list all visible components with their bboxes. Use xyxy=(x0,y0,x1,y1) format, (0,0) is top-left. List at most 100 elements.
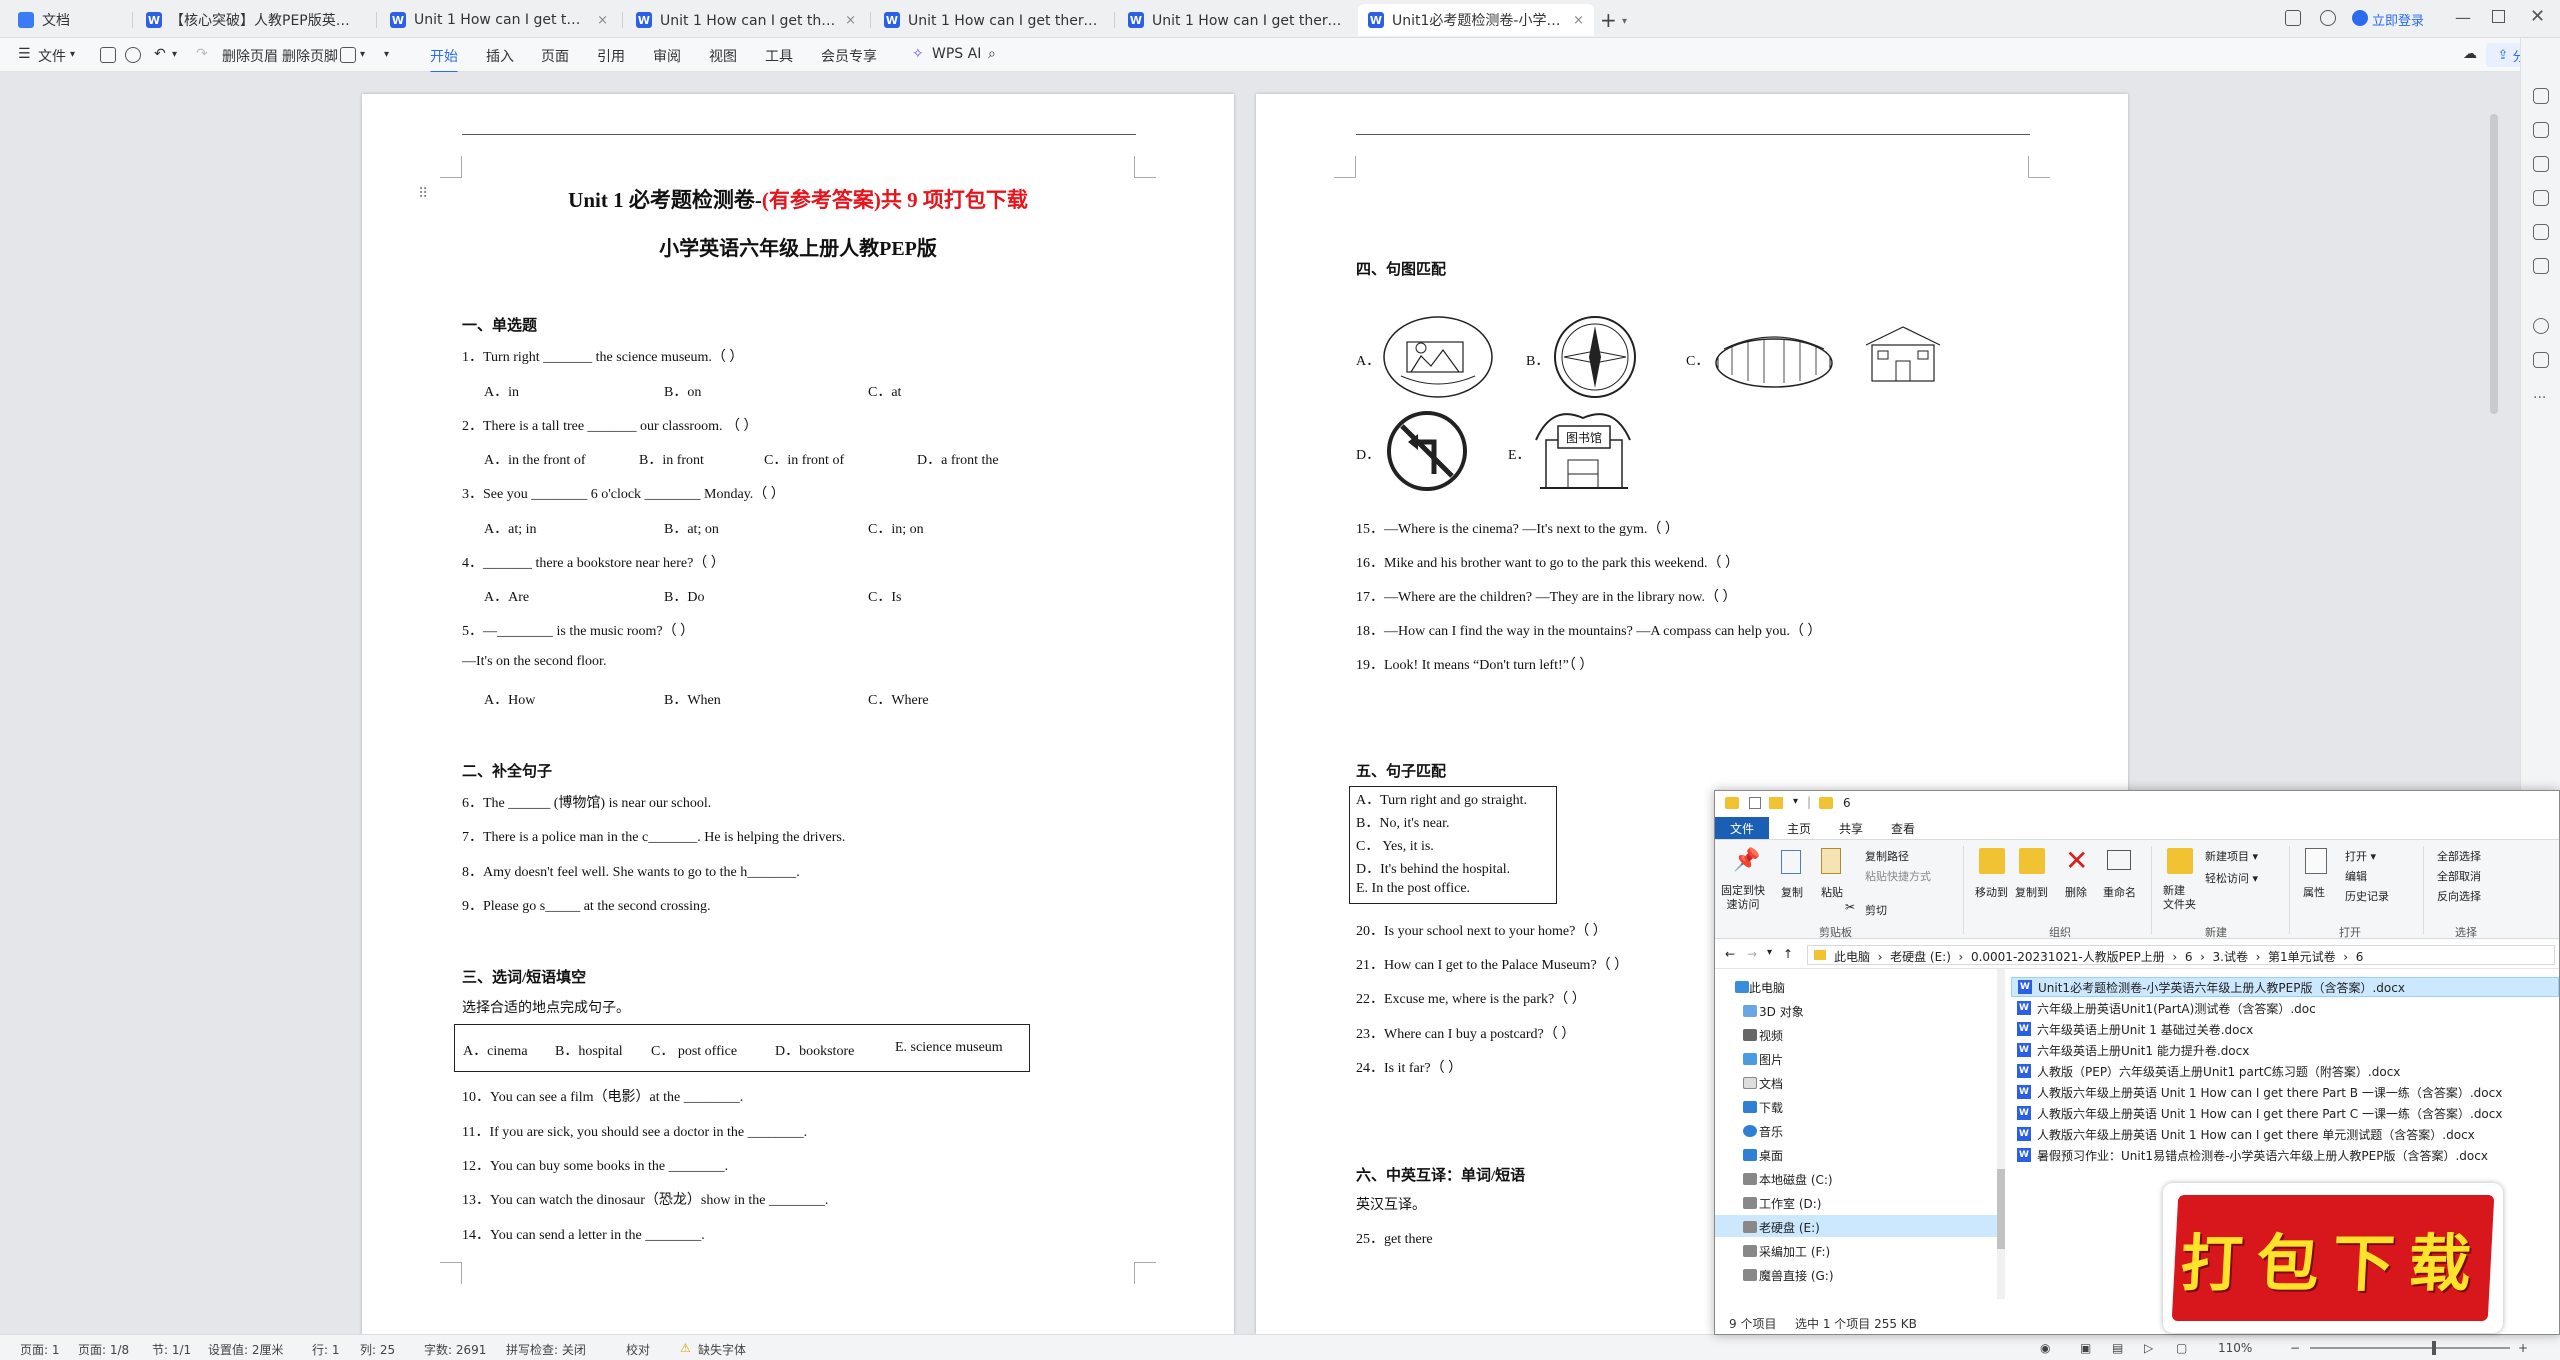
settings-icon[interactable] xyxy=(2533,190,2549,206)
chevron-down-icon[interactable]: ▾ xyxy=(360,49,365,60)
cloud-icon[interactable]: ☁ xyxy=(2463,46,2477,62)
close-tab-icon[interactable]: × xyxy=(597,13,608,28)
menu-tools[interactable]: 工具 xyxy=(765,46,793,66)
status-page[interactable]: 页面: 1 xyxy=(20,1341,60,1358)
zoom-in-icon[interactable]: + xyxy=(2518,1341,2528,1355)
tab-document[interactable]: W Unit 1 How can I get there？单 × xyxy=(626,4,866,36)
delete-icon[interactable]: ✕ xyxy=(2065,844,2088,877)
status-proofread[interactable]: 校对 xyxy=(626,1341,650,1358)
address-bar[interactable]: ← → ▾ ↑ 此电脑 › 老硬盘 (E:) › 0.0001-20231021… xyxy=(1715,941,2559,969)
tab-document[interactable]: W Unit 1 How can I get there Part × xyxy=(380,4,618,36)
nav-item[interactable]: 音乐 xyxy=(1759,1123,1783,1140)
translate-icon[interactable] xyxy=(2533,224,2549,240)
menu-insert[interactable]: 插入 xyxy=(486,46,514,66)
crumb[interactable]: 第1单元试卷 xyxy=(2268,950,2336,964)
play-icon[interactable]: ▷ xyxy=(2144,1341,2153,1355)
rename-button[interactable]: 重命名 xyxy=(2103,884,2136,900)
new-tab-button[interactable]: + xyxy=(1600,8,1617,32)
nav-item[interactable]: 文档 xyxy=(1759,1075,1783,1092)
close-window-button[interactable]: ✕ xyxy=(2530,6,2545,27)
ribbon-tab-home[interactable]: 主页 xyxy=(1787,820,1811,837)
status-zoom[interactable]: 110% xyxy=(2218,1341,2252,1355)
pin-quick-access-button[interactable]: 固定到快 速访问 xyxy=(1721,884,1765,912)
file-item[interactable]: W 人教版六年级上册英语 Unit 1 How can I get there 单… xyxy=(2011,1124,2559,1144)
menu-reference[interactable]: 引用 xyxy=(597,46,625,66)
new-folder-icon[interactable] xyxy=(2167,848,2193,874)
login-link[interactable]: 立即登录 xyxy=(2372,10,2424,29)
crumb[interactable]: 0.0001-20231021-人教版PEP上册 xyxy=(1971,950,2165,964)
file-item[interactable]: W 六年级英语上册Unit 1 基础过关卷.docx xyxy=(2011,1019,2559,1039)
save-icon[interactable] xyxy=(100,47,116,63)
nav-item[interactable]: 魔兽直接 (G:) xyxy=(1759,1267,1834,1284)
template-icon[interactable] xyxy=(2533,88,2549,104)
hamburger-icon[interactable]: ☰ xyxy=(18,46,31,62)
tab-document-active[interactable]: W Unit1必考题检测卷-小学英语 × xyxy=(1358,4,1594,36)
close-tab-icon[interactable]: × xyxy=(845,13,856,28)
status-column[interactable]: 列: 25 xyxy=(360,1341,395,1358)
crumb[interactable]: 3.试卷 xyxy=(2213,950,2248,964)
nav-item[interactable]: 下载 xyxy=(1759,1099,1783,1116)
paste-icon[interactable] xyxy=(1821,848,1841,874)
file-item[interactable]: W 六年级英语上册Unit1 能力提升卷.docx xyxy=(2011,1040,2559,1060)
history-button[interactable]: 历史记录 xyxy=(2345,888,2389,904)
eye-icon[interactable]: ◉ xyxy=(2040,1341,2050,1355)
copy-button[interactable]: 复制 xyxy=(1781,884,1803,900)
chevron-down-icon[interactable]: ▾ xyxy=(1793,796,1798,807)
cut-button[interactable]: 剪切 xyxy=(1865,902,1887,918)
menu-home[interactable]: 开始 xyxy=(430,46,458,74)
pin-icon[interactable]: 📌 xyxy=(1733,848,1760,873)
document-page-1[interactable]: ⠿ Unit 1 必考题检测卷-(有参考答案)共 9 项打包下载 小学英语六年级… xyxy=(362,94,1234,1334)
ribbon-tab-file[interactable]: 文件 xyxy=(1715,817,1769,839)
properties-quick-icon[interactable] xyxy=(1749,797,1761,809)
scissors-icon[interactable]: ✂ xyxy=(1845,900,1855,914)
delete-button[interactable]: 删除 xyxy=(2065,884,2087,900)
nav-item[interactable]: 本地磁盘 (C:) xyxy=(1759,1171,1833,1188)
skin-icon[interactable] xyxy=(2320,10,2336,26)
copy-to-button[interactable]: 复制到 xyxy=(2015,884,2048,900)
download-package-badge[interactable]: 打包下载 xyxy=(2163,1183,2503,1333)
copy-path-button[interactable]: 复制路径 xyxy=(1865,848,1909,864)
file-item[interactable]: W 人教版六年级上册英语 Unit 1 How can I get there P… xyxy=(2011,1103,2559,1123)
avatar[interactable] xyxy=(2352,10,2368,26)
file-item[interactable]: W 六年级上册英语Unit1(PartA)测试卷（含答案）.doc xyxy=(2011,998,2559,1018)
easy-access-button[interactable]: 轻松访问 ▾ xyxy=(2205,870,2258,886)
status-section[interactable]: 节: 1/1 xyxy=(152,1341,191,1358)
properties-icon[interactable] xyxy=(2305,848,2327,874)
delete-header-button[interactable]: 删除页眉 xyxy=(222,46,278,66)
file-menu[interactable]: 文件 xyxy=(38,46,66,66)
picture-icon[interactable] xyxy=(340,47,356,63)
paste-button[interactable]: 粘贴 xyxy=(1821,884,1843,900)
minimize-button[interactable]: — xyxy=(2455,8,2471,27)
copy-to-icon[interactable] xyxy=(2019,848,2045,874)
menu-review[interactable]: 审阅 xyxy=(653,46,681,66)
web-view-icon[interactable]: ▤ xyxy=(2112,1341,2123,1355)
more-chevron-icon[interactable]: ▾ xyxy=(384,49,389,60)
chevron-down-icon[interactable]: ▾ xyxy=(70,49,75,60)
nav-item[interactable]: 图片 xyxy=(1759,1051,1783,1068)
vertical-scrollbar[interactable] xyxy=(2490,114,2498,414)
chevron-down-icon[interactable]: ▾ xyxy=(1767,947,1772,958)
tab-document[interactable]: W 【核心突破】人教PEP版英语六年级上 xyxy=(136,4,372,36)
nav-item[interactable]: 采编加工 (F:) xyxy=(1759,1243,1830,1260)
zoom-slider[interactable] xyxy=(2310,1347,2510,1349)
delete-footer-button[interactable]: 删除页脚 xyxy=(282,46,338,66)
nav-item[interactable]: 3D 对象 xyxy=(1759,1003,1804,1020)
print-icon[interactable] xyxy=(125,47,141,63)
up-icon[interactable]: ↑ xyxy=(1783,947,1793,961)
breadcrumb[interactable]: 此电脑 › 老硬盘 (E:) › 0.0001-20231021-人教版PEP上… xyxy=(1807,945,2555,965)
invert-selection-button[interactable]: 反向选择 xyxy=(2437,888,2481,904)
back-icon[interactable]: ← xyxy=(1725,947,1735,961)
file-item[interactable]: W 人教版六年级上册英语 Unit 1 How can I get there P… xyxy=(2011,1082,2559,1102)
zoom-out-icon[interactable]: − xyxy=(2290,1341,2300,1355)
edit-button[interactable]: 编辑 xyxy=(2345,868,2367,884)
move-to-button[interactable]: 移动到 xyxy=(1975,884,2008,900)
file-item[interactable]: W 暑假预习作业：Unit1易错点检测卷-小学英语六年级上册人教PEP版（含答案）… xyxy=(2011,1145,2559,1165)
nav-item[interactable]: 工作室 (D:) xyxy=(1759,1195,1821,1212)
wps-ai-button[interactable]: WPS AI xyxy=(932,46,981,62)
help-icon[interactable] xyxy=(2533,318,2549,334)
chevron-down-icon[interactable]: ▾ xyxy=(172,49,177,60)
tools-icon[interactable] xyxy=(2533,258,2549,274)
menu-page[interactable]: 页面 xyxy=(541,46,569,66)
nav-scrollbar-thumb[interactable] xyxy=(1997,1169,2005,1249)
properties-button[interactable]: 属性 xyxy=(2303,884,2325,900)
